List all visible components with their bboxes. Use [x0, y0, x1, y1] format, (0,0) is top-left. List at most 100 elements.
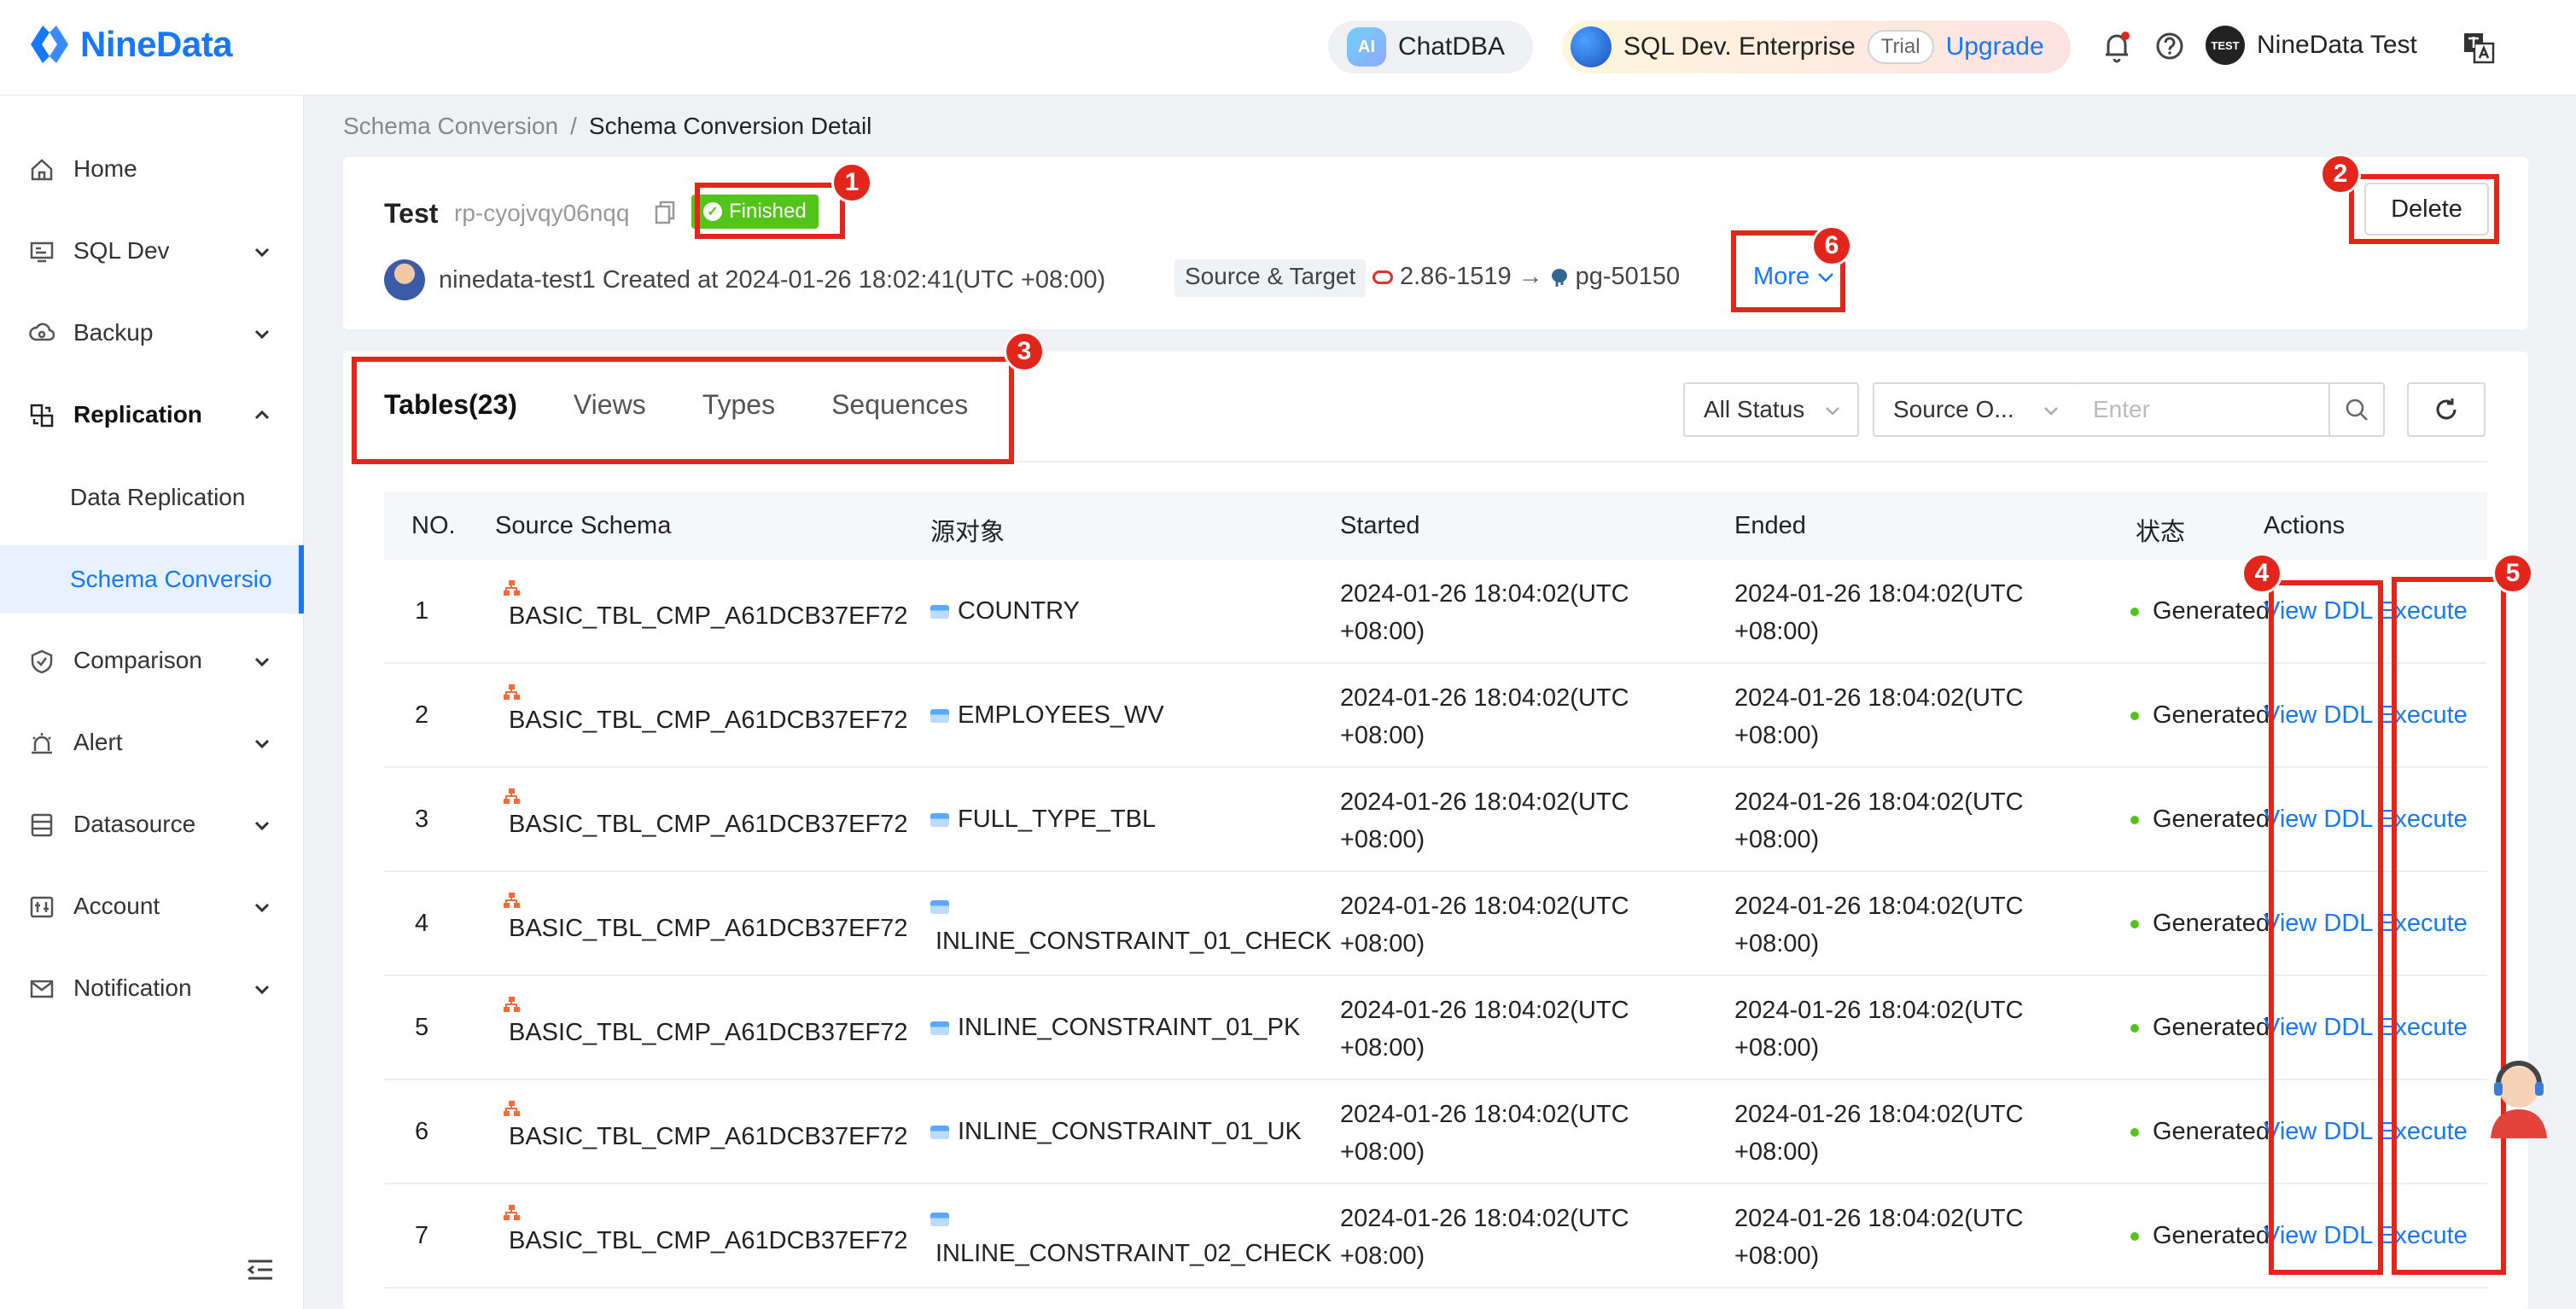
row-number: 3 [415, 806, 429, 833]
search-button[interactable] [2328, 382, 2385, 437]
logo-text: NineData [80, 24, 233, 64]
job-header-card: Test rp-cyojvqy06nqq ✓ Finished ninedata… [343, 157, 2528, 329]
status-text: Generated [2153, 1222, 2270, 1249]
table-icon [930, 1021, 949, 1035]
sidebar-item-alert[interactable]: Alert [0, 708, 304, 777]
ninedata-logo-icon [31, 26, 68, 63]
user-menu[interactable]: TEST NineData Test [2206, 26, 2417, 65]
schema-icon [504, 788, 520, 804]
sidebar-item-sql-dev[interactable]: SQL Dev [0, 217, 304, 285]
table-row: 7 BASIC_TBL_CMP_A61DCB37EF72 INLINE_CONSTR… [384, 1184, 2487, 1289]
copy-icon[interactable] [654, 200, 676, 225]
status-dot-icon [2130, 815, 2139, 824]
chevron-down-icon [1826, 407, 1839, 416]
search-icon [2346, 399, 2368, 421]
sidebar-item-replication[interactable]: Replication [0, 381, 304, 449]
sidebar-item-home[interactable]: Home [0, 135, 304, 203]
schema-name: BASIC_TBL_CMP_A61DCB37EF72 [509, 811, 908, 838]
search-input[interactable]: Enter [2076, 382, 2332, 437]
ended-time: 2024-01-26 18:04:02(UTC +08:00) [1734, 1101, 2024, 1166]
chevron-down-icon [254, 247, 270, 258]
table-row: 5 BASIC_TBL_CMP_A61DCB37EF72 INLINE_CONSTR… [384, 976, 2487, 1080]
sidebar-item-label: Account [73, 893, 160, 919]
help-icon[interactable] [2154, 31, 2185, 61]
status-text: Generated [2153, 806, 2270, 833]
postgres-icon [1551, 268, 1567, 287]
annotation-marker: 3 [1004, 331, 1045, 372]
row-number: 5 [415, 1014, 429, 1041]
status-cell: Generated [2130, 597, 2270, 625]
chevron-down-icon [254, 903, 270, 913]
source-name: 2.86-1519 [1400, 263, 1512, 290]
annotation-marker: 2 [2320, 154, 2361, 195]
row-number: 7 [415, 1222, 429, 1249]
started-time: 2024-01-26 18:04:02(UTC +08:00) [1340, 1101, 1629, 1166]
sidebar-item-comparison[interactable]: Comparison [0, 626, 304, 695]
object-name: EMPLOYEES_WV [958, 701, 1164, 729]
oracle-icon [1373, 270, 1393, 284]
bell-icon[interactable] [2101, 31, 2132, 63]
sidebar-item-label: Notification [73, 974, 192, 1001]
table-icon [930, 708, 949, 723]
ended-time: 2024-01-26 18:04:02(UTC +08:00) [1734, 893, 2024, 957]
refresh-icon [2436, 399, 2457, 420]
status-dot-icon [2130, 1127, 2139, 1137]
status-cell: Generated [2130, 806, 2270, 834]
source-object-cell: INLINE_CONSTRAINT_01_UK [930, 1118, 1332, 1146]
schema-icon [504, 684, 520, 700]
sidebar-item-notification[interactable]: Notification [0, 954, 304, 1022]
support-agent-icon[interactable] [2480, 1055, 2557, 1140]
started-time: 2024-01-26 18:04:02(UTC +08:00) [1340, 997, 1629, 1062]
chevron-down-icon [254, 985, 270, 995]
column-header: 状态 [2136, 519, 2186, 546]
schema-name: BASIC_TBL_CMP_A61DCB37EF72 [509, 915, 908, 942]
table-icon [930, 604, 949, 619]
ended-time: 2024-01-26 18:04:02(UTC +08:00) [1734, 684, 2024, 749]
upgrade-link[interactable]: Upgrade [1946, 32, 2044, 61]
source-target-route: 2.86-1519 → pg-50150 [1373, 263, 1680, 291]
breadcrumb-parent[interactable]: Schema Conversion [343, 113, 558, 139]
source-schema-cell: BASIC_TBL_CMP_A61DCB37EF72 [500, 1097, 907, 1151]
table-row: 4 BASIC_TBL_CMP_A61DCB37EF72 INLINE_CONSTR… [384, 872, 2487, 976]
row-number: 6 [415, 1118, 429, 1145]
sidebar-item-label: Alert [73, 729, 123, 755]
language-icon[interactable] [2462, 31, 2496, 65]
source-target-label: Source & Target [1174, 259, 1367, 297]
schema-name: BASIC_TBL_CMP_A61DCB37EF72 [509, 1227, 908, 1254]
source-object-select[interactable]: Source O... [1873, 382, 2078, 437]
object-name: INLINE_CONSTRAINT_01_CHECK [935, 928, 1332, 955]
status-cell: Generated [2130, 1118, 2270, 1146]
source-schema-cell: BASIC_TBL_CMP_A61DCB37EF72 [500, 889, 908, 943]
schema-icon [504, 1101, 520, 1116]
schema-icon [504, 580, 520, 596]
job-meta: ninedata-test1 Created at 2024-01-26 18:… [384, 258, 1105, 302]
refresh-button[interactable] [2407, 382, 2486, 437]
source-object-cell: EMPLOYEES_WV [930, 701, 1332, 730]
status-dot-icon [2130, 919, 2139, 928]
sidebar-sub-item-data-replication[interactable]: Data Replication [0, 463, 304, 532]
sidebar-sub-item-schema-conversion[interactable]: Schema Conversio [0, 545, 304, 614]
schema-icon [504, 893, 520, 908]
sidebar-item-datasource[interactable]: Datasource [0, 790, 304, 858]
chatdba-button[interactable]: AI ChatDBA [1328, 20, 1533, 73]
schema-name: BASIC_TBL_CMP_A61DCB37EF72 [509, 602, 908, 630]
collapse-sidebar-icon[interactable] [246, 1258, 275, 1282]
schema-icon [504, 997, 520, 1012]
sidebar-item-account[interactable]: Account [0, 872, 304, 940]
source-object-cell: FULL_TYPE_TBL [930, 806, 1332, 834]
creator-name: ninedata-test1 [439, 265, 596, 294]
source-object-value: Source O... [1893, 396, 2014, 422]
chatdba-label: ChatDBA [1398, 32, 1506, 61]
object-name: INLINE_CONSTRAINT_01_PK [958, 1014, 1301, 1041]
row-number: 4 [415, 910, 429, 937]
logo[interactable]: NineData [27, 22, 233, 67]
ended-time: 2024-01-26 18:04:02(UTC +08:00) [1734, 1205, 2024, 1270]
sidebar-item-backup[interactable]: Backup [0, 299, 304, 367]
edition-banner[interactable]: SQL Dev. Enterprise Trial Upgrade [1562, 20, 2071, 73]
created-at: Created at 2024-01-26 18:02:41(UTC +08:0… [602, 265, 1106, 294]
status-filter-select[interactable]: All Status [1683, 382, 1859, 437]
column-header: Ended [1734, 512, 1806, 539]
table-row: 2 BASIC_TBL_CMP_A61DCB37EF72 EMPLOYEES_WV 2… [384, 664, 2487, 768]
alert-icon [32, 733, 52, 754]
column-header: Source Schema [495, 512, 672, 539]
